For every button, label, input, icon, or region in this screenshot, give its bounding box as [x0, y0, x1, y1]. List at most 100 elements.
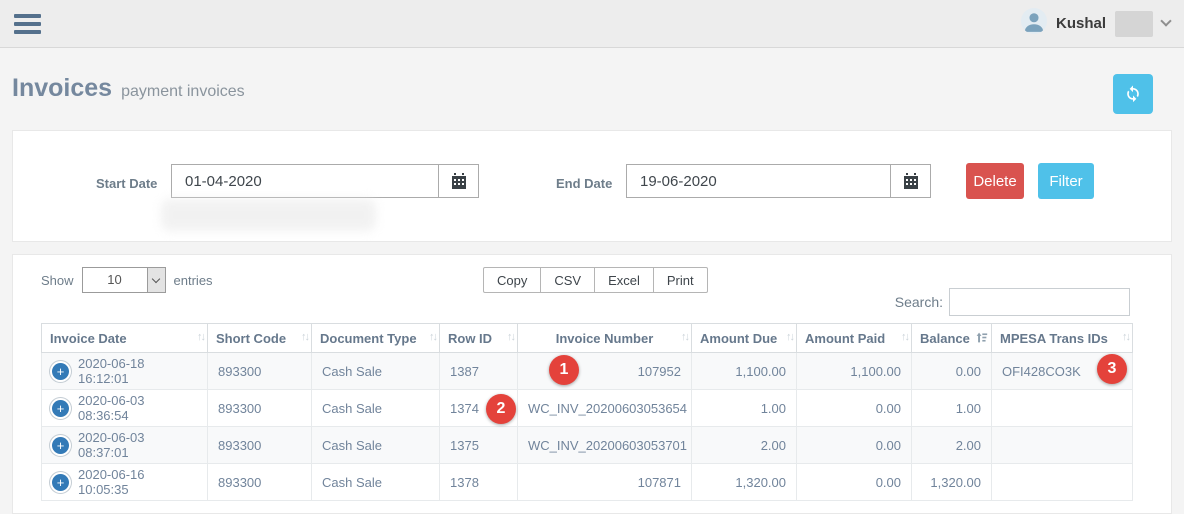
end-date-input[interactable] — [627, 165, 890, 197]
column-header-invoice-date[interactable]: Invoice Date ↑↓ — [41, 323, 208, 353]
user-avatar-icon — [1020, 8, 1047, 39]
cell-mpesa-trans-ids — [991, 389, 1133, 427]
cell-document-type: Cash Sale — [311, 426, 440, 464]
cell-document-type: Cash Sale — [311, 352, 440, 390]
plus-circle-icon[interactable]: + — [52, 399, 69, 417]
table-header-row: Invoice Date ↑↓ Short Code ↑↓ Document Typ… — [41, 323, 1133, 353]
copy-button[interactable]: Copy — [483, 267, 542, 293]
column-header-short-code[interactable]: Short Code ↑↓ — [207, 323, 312, 353]
refresh-button[interactable] — [1113, 74, 1153, 114]
cell-amount-due: 1,100.00 — [691, 352, 797, 390]
start-date-input[interactable] — [172, 165, 438, 197]
menu-icon[interactable] — [14, 13, 41, 34]
page-subtitle: payment invoices — [121, 83, 245, 100]
search-label: Search: — [894, 294, 943, 310]
cell-amount-due: 1.00 — [691, 389, 797, 427]
column-header-amount-due[interactable]: Amount Due ↑↓ — [691, 323, 797, 353]
cell-amount-paid: 0.00 — [796, 389, 912, 427]
start-date-label: Start Date — [96, 176, 158, 191]
column-header-balance[interactable]: Balance — [911, 323, 992, 353]
column-header-mpesa-trans-ids[interactable]: MPESA Trans IDs ↑↓ — [991, 323, 1133, 353]
page-title: Invoices payment invoices — [12, 74, 245, 103]
calendar-icon[interactable] — [890, 165, 930, 197]
cell-short-code: 893300 — [207, 352, 312, 390]
chevron-down-icon — [1160, 15, 1172, 27]
sort-arrows-icon: ↑↓ — [681, 331, 690, 343]
annotation-marker-3: 3 — [1097, 354, 1127, 384]
plus-circle-icon[interactable]: + — [52, 362, 69, 380]
cell-invoice-number: WC_INV_20200603053654 — [517, 389, 692, 427]
cell-amount-paid: 0.00 — [796, 426, 912, 464]
cell-invoice-number: WC_INV_20200603053701 — [517, 426, 692, 464]
column-header-row-id[interactable]: Row ID ↑↓ — [439, 323, 518, 353]
annotation-marker-2: 2 — [486, 394, 516, 424]
column-header-document-type[interactable]: Document Type ↑↓ — [311, 323, 440, 353]
redacted-text-area — [161, 199, 376, 231]
cell-invoice-number: 107952 — [517, 352, 692, 390]
cell-row-id: 1375 — [439, 426, 518, 464]
table-row: +2020-06-18 16:12:01 893300 Cash Sale 13… — [41, 352, 1133, 390]
end-date-group — [626, 164, 931, 198]
cell-balance: 1,320.00 — [911, 463, 992, 501]
column-header-invoice-number[interactable]: Invoice Number ↑↓ — [517, 323, 692, 353]
show-label: Show — [41, 272, 74, 288]
column-header-amount-paid[interactable]: Amount Paid ↑↓ — [796, 323, 912, 353]
cell-row-id: 1387 — [439, 352, 518, 390]
user-menu[interactable]: Kushal — [1020, 8, 1172, 39]
chevron-down-icon — [146, 268, 165, 292]
delete-button[interactable]: Delete — [966, 163, 1024, 199]
sort-amount-icon — [975, 331, 988, 347]
export-buttons: Copy CSV Excel Print — [483, 267, 708, 293]
search-control: Search: — [895, 288, 1130, 316]
filter-button[interactable]: Filter — [1038, 163, 1094, 199]
cell-short-code: 893300 — [207, 426, 312, 464]
cell-document-type: Cash Sale — [311, 463, 440, 501]
cell-balance: 1.00 — [911, 389, 992, 427]
cell-short-code: 893300 — [207, 389, 312, 427]
sort-arrows-icon: ↑↓ — [901, 331, 910, 343]
refresh-icon — [1123, 83, 1143, 106]
start-date-group — [171, 164, 479, 198]
print-button[interactable]: Print — [652, 267, 708, 293]
entries-label: entries — [173, 272, 213, 288]
cell-amount-due: 2.00 — [691, 426, 797, 464]
page-length-control: Show 10 entries — [41, 267, 213, 293]
plus-circle-icon[interactable]: + — [52, 473, 69, 491]
sort-arrows-icon: ↑↓ — [1122, 331, 1131, 343]
page-title-text: Invoices — [12, 74, 113, 102]
end-date-label: End Date — [556, 176, 613, 191]
page-length-select[interactable]: 10 — [81, 267, 166, 293]
cell-mpesa-trans-ids — [991, 426, 1133, 464]
csv-button[interactable]: CSV — [540, 267, 596, 293]
cell-invoice-number: 107871 — [517, 463, 692, 501]
cell-row-id: 1378 — [439, 463, 518, 501]
table-row: +2020-06-03 08:36:54 893300 Cash Sale 13… — [41, 389, 1133, 427]
user-name: Kushal — [1055, 15, 1106, 32]
cell-amount-paid: 1,100.00 — [796, 352, 912, 390]
cell-document-type: Cash Sale — [311, 389, 440, 427]
user-surname-redacted — [1115, 10, 1153, 37]
topbar: Kushal — [0, 0, 1184, 48]
sort-arrows-icon: ↑↓ — [507, 331, 516, 343]
sort-arrows-icon: ↑↓ — [429, 331, 438, 343]
sort-arrows-icon: ↑↓ — [786, 331, 795, 343]
cell-invoice-date: 2020-06-16 10:05:35 — [78, 467, 145, 497]
page-header: Invoices payment invoices — [0, 48, 1184, 128]
cell-short-code: 893300 — [207, 463, 312, 501]
invoices-table-panel: Show 10 entries Copy CSV Excel Print Sea… — [12, 254, 1172, 514]
excel-button[interactable]: Excel — [594, 267, 654, 293]
cell-balance: 2.00 — [911, 426, 992, 464]
page-length-value: 10 — [107, 272, 122, 287]
filter-panel: Start Date End Date Delete Filter — [12, 130, 1172, 242]
cell-mpesa-trans-ids — [991, 463, 1133, 501]
search-input[interactable] — [949, 288, 1130, 316]
annotation-marker-1: 1 — [549, 355, 579, 385]
calendar-icon[interactable] — [438, 165, 478, 197]
cell-invoice-date: 2020-06-18 16:12:01 — [78, 356, 145, 386]
cell-invoice-date: 2020-06-03 08:36:54 — [78, 393, 145, 423]
cell-amount-paid: 0.00 — [796, 463, 912, 501]
sort-arrows-icon: ↑↓ — [301, 331, 310, 343]
invoices-table: Invoice Date ↑↓ Short Code ↑↓ Document Typ… — [41, 323, 1133, 501]
plus-circle-icon[interactable]: + — [52, 436, 69, 454]
cell-amount-due: 1,320.00 — [691, 463, 797, 501]
